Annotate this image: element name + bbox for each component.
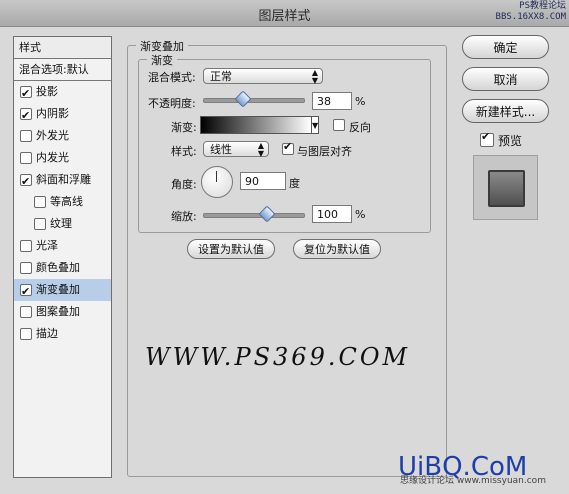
gradient-label: 渐变: xyxy=(171,121,197,134)
gradient-subgroup-title: 渐变 xyxy=(147,52,177,68)
style-item[interactable]: 等高线 xyxy=(14,191,111,213)
opacity-label: 不透明度: xyxy=(148,97,196,110)
blend-mode-value: 正常 xyxy=(210,70,232,83)
gradient-dropdown-button[interactable]: ▼ xyxy=(311,116,319,134)
style-item-label: 等高线 xyxy=(50,195,83,208)
make-default-button[interactable]: 设置为默认值 xyxy=(187,239,275,259)
style-item[interactable]: 斜面和浮雕 xyxy=(14,169,111,193)
gradient-style-value: 线性 xyxy=(210,143,232,156)
style-item-label: 描边 xyxy=(36,327,58,340)
style-item-checkbox[interactable] xyxy=(20,171,32,193)
style-item-checkbox[interactable] xyxy=(20,105,32,127)
style-item-checkbox[interactable] xyxy=(34,218,46,230)
style-item[interactable]: 内阴影 xyxy=(14,103,111,127)
style-item-label: 内发光 xyxy=(36,151,69,164)
style-item-label: 斜面和浮雕 xyxy=(36,173,91,186)
gradient-style-select[interactable]: 线性 ▲ ▼ xyxy=(203,141,269,158)
top-watermark: PS教程论坛 BBS.16XX8.COM xyxy=(495,1,566,22)
style-item[interactable]: 图案叠加 xyxy=(14,301,111,323)
style-item-label: 渐变叠加 xyxy=(36,283,80,296)
style-item-checkbox[interactable] xyxy=(20,328,32,340)
style-item[interactable]: 描边 xyxy=(14,323,111,345)
title-bar: 图层样式 PS教程论坛 BBS.16XX8.COM xyxy=(0,0,569,27)
style-item[interactable]: 光泽 xyxy=(14,235,111,257)
preview-label: 预览 xyxy=(498,134,523,148)
style-item-label: 纹理 xyxy=(50,217,72,230)
style-item-checkbox[interactable] xyxy=(20,306,32,318)
angle-input[interactable]: 90 xyxy=(240,172,286,190)
updown-arrows-icon: ▲ ▼ xyxy=(311,68,318,85)
new-style-button[interactable]: 新建样式... xyxy=(462,99,549,123)
align-layer-checkbox[interactable] xyxy=(282,140,294,155)
preview-square xyxy=(488,170,525,207)
styles-list: 样式 混合选项:默认 投影内阴影外发光内发光斜面和浮雕等高线纹理光泽颜色叠加渐变… xyxy=(13,36,112,478)
style-item-checkbox[interactable] xyxy=(34,196,46,208)
style-item[interactable]: 颜色叠加 xyxy=(14,257,111,279)
style-item[interactable]: 纹理 xyxy=(14,213,111,235)
style-item-label: 光泽 xyxy=(36,239,58,252)
style-item-checkbox[interactable] xyxy=(20,240,32,252)
opacity-unit: % xyxy=(355,95,366,108)
scale-unit: % xyxy=(355,208,366,221)
opacity-slider[interactable] xyxy=(203,90,305,108)
style-item-label: 图案叠加 xyxy=(36,305,80,318)
style-label: 样式: xyxy=(171,145,197,158)
brand-sub-watermark: 思缘设计论坛 www.missyuan.com xyxy=(400,476,546,486)
style-item-checkbox[interactable] xyxy=(20,262,32,274)
cancel-button[interactable]: 取消 xyxy=(462,67,549,91)
style-item-label: 投影 xyxy=(36,85,58,98)
window-title: 图层样式 xyxy=(258,9,311,24)
angle-dial-needle xyxy=(216,171,217,182)
scale-slider[interactable] xyxy=(203,205,305,223)
reverse-checkbox[interactable] xyxy=(333,119,345,131)
style-preview-thumbnail xyxy=(473,155,538,220)
style-item-checkbox[interactable] xyxy=(20,83,32,105)
style-item-checkbox[interactable] xyxy=(20,152,32,164)
gradient-preview-bar[interactable] xyxy=(200,116,312,134)
dropdown-arrow-icon: ▼ xyxy=(312,121,319,130)
blend-options-item[interactable]: 混合选项:默认 xyxy=(14,59,111,81)
scale-label: 缩放: xyxy=(171,210,197,223)
reset-default-button[interactable]: 复位为默认值 xyxy=(293,239,381,259)
styles-header[interactable]: 样式 xyxy=(14,37,111,59)
style-item[interactable]: 外发光 xyxy=(14,125,111,147)
style-item[interactable]: 内发光 xyxy=(14,147,111,169)
angle-dial[interactable] xyxy=(201,166,233,198)
align-layer-label: 与图层对齐 xyxy=(297,145,352,158)
ok-button[interactable]: 确定 xyxy=(462,35,549,59)
style-item-checkbox[interactable] xyxy=(20,130,32,142)
style-item-label: 外发光 xyxy=(36,129,69,142)
blend-mode-label: 混合模式: xyxy=(148,71,196,84)
angle-unit: 度 xyxy=(289,177,300,190)
style-item-label: 内阴影 xyxy=(36,107,69,120)
style-item[interactable]: 投影 xyxy=(14,81,111,105)
reverse-label: 反向 xyxy=(349,121,371,134)
angle-label: 角度: xyxy=(171,178,197,191)
scale-input[interactable]: 100 xyxy=(312,205,352,223)
style-item-label: 颜色叠加 xyxy=(36,261,80,274)
updown-arrows-icon: ▲ ▼ xyxy=(257,141,264,158)
site-watermark: WWW.PS369.COM xyxy=(145,343,411,371)
style-item-checkbox[interactable] xyxy=(20,281,32,303)
opacity-input[interactable]: 38 xyxy=(312,92,352,110)
preview-checkbox[interactable] xyxy=(480,130,494,147)
style-item[interactable]: 渐变叠加 xyxy=(14,279,111,303)
blend-mode-select[interactable]: 正常 ▲ ▼ xyxy=(203,68,323,85)
